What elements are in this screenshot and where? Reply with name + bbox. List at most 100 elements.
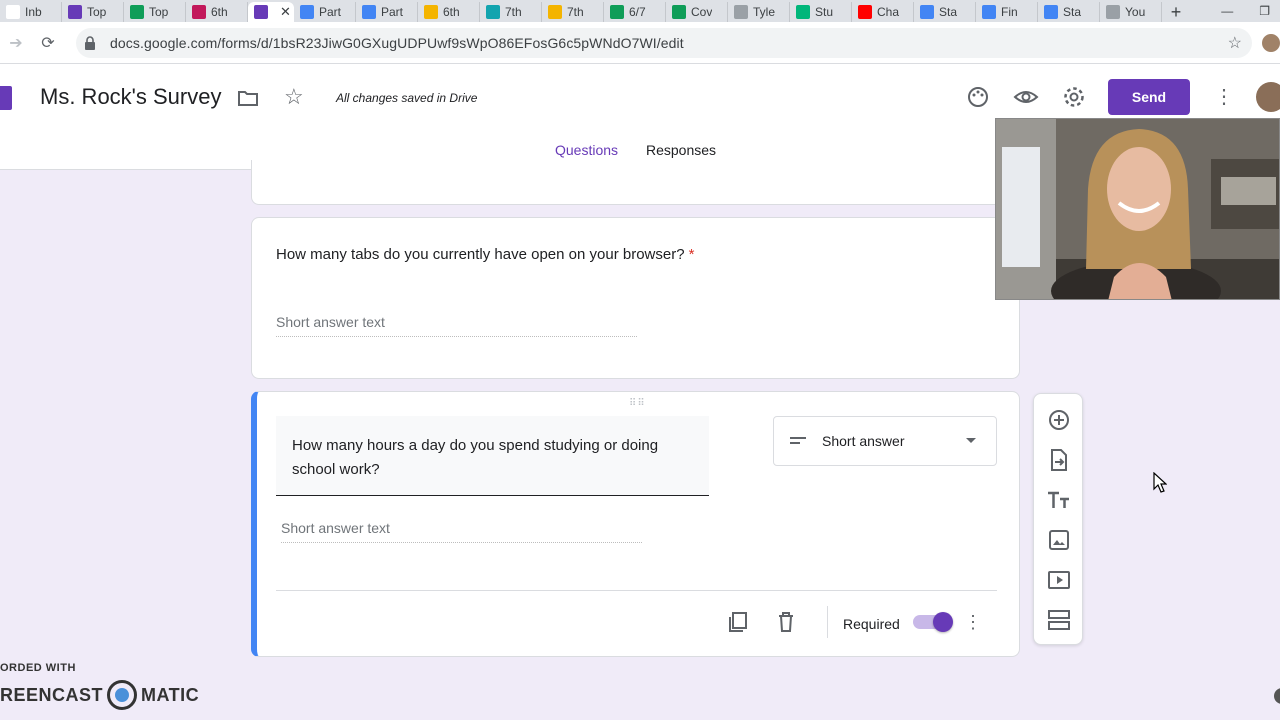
tab-favicon-icon xyxy=(362,5,376,19)
preview-eye-icon[interactable] xyxy=(1013,84,1039,110)
previous-question-card[interactable] xyxy=(251,160,1020,205)
browser-tab[interactable]: Sta xyxy=(914,2,976,22)
url-field[interactable]: docs.google.com/forms/d/1bsR23JiwG0GXugU… xyxy=(76,27,1252,58)
browser-tab[interactable]: ✕ xyxy=(248,2,294,22)
tab-label: 6th xyxy=(443,5,460,19)
browser-tab[interactable]: Cha xyxy=(852,2,914,22)
tab-label: Part xyxy=(381,5,404,19)
short-answer-placeholder: Short answer text xyxy=(276,314,637,337)
back-arrow-icon[interactable]: ➔ xyxy=(0,27,32,59)
toggle-knob xyxy=(933,612,953,632)
tab-responses[interactable]: Responses xyxy=(646,142,716,158)
browser-profile-avatar[interactable] xyxy=(1260,32,1280,54)
tab-favicon-icon xyxy=(1044,5,1058,19)
duplicate-icon[interactable] xyxy=(726,610,750,634)
tab-favicon-icon xyxy=(68,5,82,19)
bookmark-star-icon[interactable]: ☆ xyxy=(1228,33,1242,53)
short-answer-placeholder: Short answer text xyxy=(281,520,642,543)
folder-icon[interactable] xyxy=(236,86,260,110)
tab-label: Top xyxy=(149,5,169,19)
add-title-description-icon[interactable] xyxy=(1047,488,1071,512)
saved-status: All changes saved in Drive xyxy=(336,91,478,105)
mouse-cursor-icon xyxy=(1153,472,1167,493)
add-video-icon[interactable] xyxy=(1047,568,1071,592)
browser-tab[interactable]: Inb xyxy=(0,2,62,22)
watermark-right-text: MATIC xyxy=(141,684,200,705)
browser-tab[interactable]: Top xyxy=(124,2,186,22)
settings-gear-icon[interactable] xyxy=(1061,84,1087,110)
tab-label: Cha xyxy=(877,5,900,19)
tab-label: Part xyxy=(319,5,342,19)
minimize-icon[interactable]: — xyxy=(1221,4,1233,18)
new-tab-button[interactable]: + xyxy=(1162,2,1190,22)
add-question-icon[interactable] xyxy=(1047,408,1071,432)
tab-label: You xyxy=(1125,5,1146,19)
reload-icon[interactable]: ⟳ xyxy=(32,27,64,59)
tab-favicon-icon xyxy=(920,5,934,19)
browser-tab[interactable]: 6th xyxy=(186,2,248,22)
import-questions-icon[interactable] xyxy=(1047,448,1071,472)
browser-tab[interactable]: Part xyxy=(294,2,356,22)
watermark-line2: REENCAST MATIC xyxy=(0,680,199,710)
browser-tab[interactable]: 7th xyxy=(542,2,604,22)
tab-favicon-icon xyxy=(610,5,624,19)
browser-tab[interactable]: Sta xyxy=(1038,2,1100,22)
add-section-icon[interactable] xyxy=(1047,608,1071,632)
tab-label: 6/7 xyxy=(629,5,646,19)
tab-favicon-icon xyxy=(486,5,500,19)
tab-label: Top xyxy=(87,5,107,19)
star-icon[interactable]: ☆ xyxy=(284,84,304,110)
browser-tab[interactable]: Tyle xyxy=(728,2,790,22)
tab-questions[interactable]: Questions xyxy=(555,142,618,158)
tab-label: Stu xyxy=(815,5,834,19)
question-title-input[interactable]: How many hours a day do you spend studyi… xyxy=(276,416,709,496)
tab-favicon-icon xyxy=(672,5,686,19)
question-more-options-icon[interactable]: ⋮ xyxy=(964,612,982,633)
tab-close-icon[interactable]: ✕ xyxy=(280,4,291,20)
question-card[interactable]: How many tabs do you currently have open… xyxy=(251,217,1020,379)
tab-favicon-icon xyxy=(548,5,562,19)
tab-favicon-icon xyxy=(796,5,810,19)
tab-label: Sta xyxy=(1063,5,1082,19)
tab-label: Tyle xyxy=(753,5,776,19)
footer-separator xyxy=(827,606,828,638)
required-asterisk: * xyxy=(688,246,695,263)
browser-tab[interactable]: Top xyxy=(62,2,124,22)
browser-tab-strip: Inb Top Top 6th ✕ Part Part 6th 7th 7th 6/7 Cov Tyle… xyxy=(0,0,1280,22)
tab-favicon-icon xyxy=(858,5,872,19)
tab-label: Sta xyxy=(939,5,958,19)
browser-tab[interactable]: Stu xyxy=(790,2,852,22)
screencast-watermark: ORDED WITH REENCAST MATIC xyxy=(0,662,210,712)
browser-tab[interactable]: Cov xyxy=(666,2,728,22)
browser-tab[interactable]: You xyxy=(1100,2,1162,22)
forms-logo-icon[interactable] xyxy=(0,86,12,110)
address-bar-row: ➔ ⟳ docs.google.com/forms/d/1bsR23JiwG0G… xyxy=(0,22,1280,64)
tab-favicon-icon xyxy=(192,5,206,19)
browser-tab[interactable]: Fin xyxy=(976,2,1038,22)
dropdown-caret-icon xyxy=(966,438,976,443)
browser-tab[interactable]: 6/7 xyxy=(604,2,666,22)
browser-tab[interactable]: 6th xyxy=(418,2,480,22)
active-question-card[interactable]: ⠿⠿ How many hours a day do you spend stu… xyxy=(251,391,1020,657)
send-button[interactable]: Send xyxy=(1108,79,1190,115)
restore-icon[interactable]: ❐ xyxy=(1259,4,1270,18)
required-toggle[interactable] xyxy=(913,612,953,632)
tab-label: 7th xyxy=(567,5,584,19)
account-avatar[interactable] xyxy=(1256,82,1280,112)
more-options-icon[interactable]: ⋮ xyxy=(1214,84,1234,109)
question-title: How many tabs do you currently have open… xyxy=(276,246,694,263)
palette-icon[interactable] xyxy=(965,84,991,110)
tab-favicon-icon xyxy=(6,5,20,19)
drag-handle-icon[interactable]: ⠿⠿ xyxy=(629,398,646,409)
browser-tab[interactable]: 7th xyxy=(480,2,542,22)
watermark-left-text: REENCAST xyxy=(0,684,104,705)
tab-label: Cov xyxy=(691,5,713,19)
browser-tab[interactable]: Part xyxy=(356,2,418,22)
question-type-dropdown[interactable]: Short answer xyxy=(773,416,997,466)
tab-label: 6th xyxy=(211,5,228,19)
delete-trash-icon[interactable] xyxy=(774,610,798,634)
tab-favicon-icon xyxy=(734,5,748,19)
form-title[interactable]: Ms. Rock's Survey xyxy=(40,84,221,110)
add-image-icon[interactable] xyxy=(1047,528,1071,552)
lock-icon xyxy=(85,35,95,50)
